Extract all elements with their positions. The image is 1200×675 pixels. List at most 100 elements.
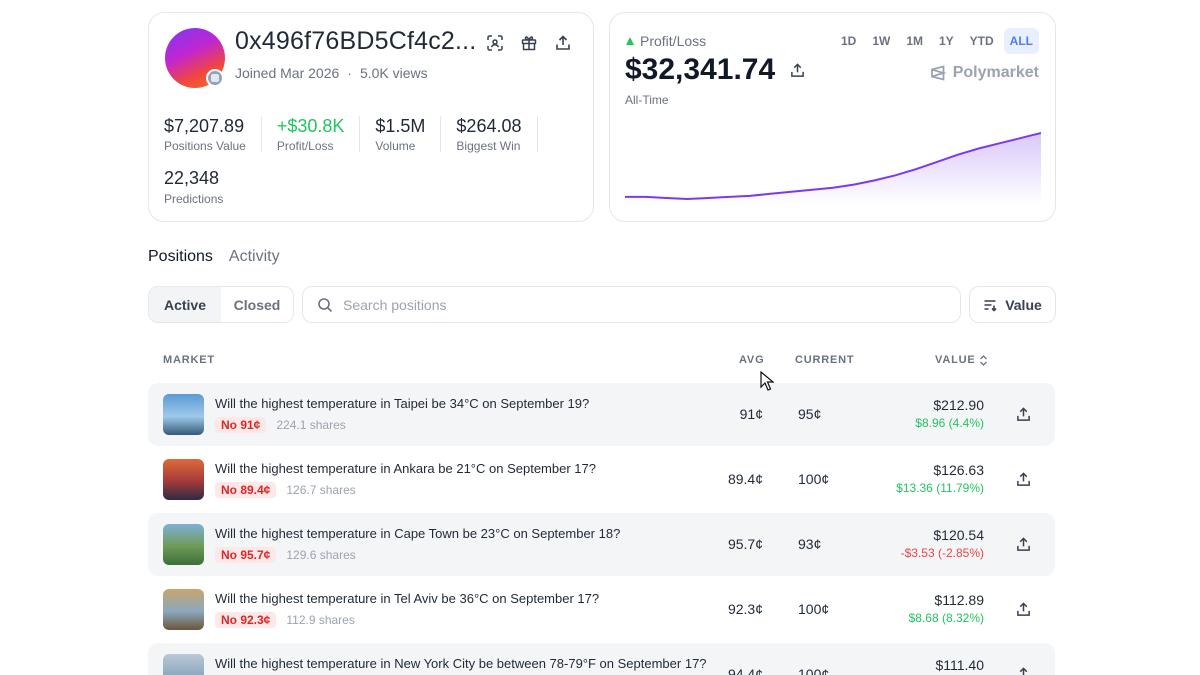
current-price: 100¢ — [798, 601, 830, 617]
gift-icon[interactable] — [519, 33, 539, 53]
search-box — [302, 286, 961, 323]
range-tab-1d[interactable]: 1D — [835, 28, 862, 54]
share-icon[interactable] — [1013, 664, 1033, 675]
share-icon[interactable] — [1013, 469, 1033, 489]
market-question[interactable]: Will the highest temperature in Tel Aviv… — [215, 591, 599, 606]
share-count: 129.6 shares — [286, 548, 356, 562]
value-change: -$3.53 (-2.85%) — [900, 546, 984, 560]
tab-activity[interactable]: Activity — [229, 248, 280, 266]
outcome-badge: No 89.4¢ — [215, 482, 277, 498]
market-question[interactable]: Will the highest temperature in Taipei b… — [215, 396, 589, 411]
outcome-badge: No 91¢ — [215, 417, 267, 433]
value-amount: $212.90 — [933, 397, 984, 413]
value-change: $8.96 (4.4%) — [915, 416, 984, 430]
pnl-label: Profit/Loss — [640, 33, 707, 49]
column-header-value[interactable]: VALUE — [935, 354, 988, 366]
position-meta: No 95.7¢ 129.6 shares — [215, 547, 356, 563]
share-count: 224.1 shares — [276, 418, 346, 432]
avg-price: 94.4¢ — [727, 666, 763, 675]
current-price: 100¢ — [798, 471, 830, 487]
joined-date: Joined Mar 2026 — [235, 65, 340, 81]
table-row[interactable]: Will the highest temperature in Cape Tow… — [148, 513, 1055, 576]
table-row[interactable]: Will the highest temperature in Taipei b… — [148, 383, 1055, 446]
share-icon[interactable] — [787, 60, 807, 80]
status-toggle: Active Closed — [148, 286, 294, 323]
profile-stats: $7,207.89 Positions Value +$30.8K Profit… — [164, 116, 553, 153]
position-meta: No 92.3¢ 112.9 shares — [215, 612, 355, 628]
view-count: 5.0K views — [359, 65, 428, 81]
value-amount: $112.89 — [934, 592, 984, 608]
stat-value: 22,348 — [164, 168, 220, 188]
wallet-address: 0x496f76BD5Cf4c2... — [235, 27, 477, 55]
verified-badge-icon — [206, 69, 224, 87]
filter-closed[interactable]: Closed — [221, 287, 293, 322]
avg-price: 95.7¢ — [727, 536, 763, 552]
share-count: 112.9 shares — [286, 613, 355, 627]
value-change: $8.68 (8.32%) — [908, 611, 984, 625]
market-thumbnail — [163, 589, 204, 630]
position-value: $112.89 $8.68 (8.32%) — [909, 592, 984, 625]
search-input[interactable] — [343, 296, 943, 313]
avg-price: 89.4¢ — [727, 471, 763, 487]
search-icon — [318, 297, 333, 312]
pnl-area — [625, 133, 1041, 205]
scan-icon[interactable] — [485, 33, 505, 53]
outcome-badge: No 95.7¢ — [215, 547, 277, 563]
market-question[interactable]: Will the highest temperature in New York… — [215, 656, 707, 671]
profile-meta: Joined Mar 2026 · 5.0K views — [235, 65, 428, 81]
range-tab-1y[interactable]: 1Y — [933, 28, 960, 54]
stat-predictions: 22,348 Predictions — [164, 168, 223, 206]
table-row[interactable]: Will the highest temperature in Tel Aviv… — [148, 578, 1055, 641]
market-thumbnail — [163, 394, 204, 435]
share-icon[interactable] — [553, 33, 573, 53]
profit-loss-card: Profit/Loss 1D 1W 1M 1Y YTD ALL $32,341.74 Al… — [609, 12, 1056, 222]
brand-logo: Polymarket — [929, 64, 1039, 82]
position-meta: No 89.4¢ 126.7 shares — [215, 482, 356, 498]
range-tab-all[interactable]: ALL — [1003, 28, 1039, 54]
mouse-cursor-icon — [760, 371, 774, 391]
range-tab-ytd[interactable]: YTD — [964, 28, 1000, 54]
range-tab-1m[interactable]: 1M — [900, 28, 929, 54]
brand-name: Polymarket — [952, 64, 1039, 81]
pnl-value: $32,341.74 — [625, 53, 776, 86]
table-row[interactable]: Will the highest temperature in New York… — [148, 643, 1055, 675]
stat-positions-value: $7,207.89 Positions Value — [164, 116, 262, 153]
value-change: $13.36 (11.79%) — [896, 481, 984, 495]
pnl-chart — [625, 132, 1041, 205]
stat-value: $7,207.89 — [164, 116, 245, 136]
share-icon[interactable] — [1013, 534, 1033, 554]
profile-actions — [485, 33, 573, 53]
range-tab-1w[interactable]: 1W — [866, 28, 896, 54]
stat-value: $264.08 — [456, 116, 522, 136]
avg-price: 91¢ — [739, 406, 763, 422]
current-price: 95¢ — [798, 406, 822, 422]
outcome-badge: No 92.3¢ — [215, 612, 277, 628]
position-value: $111.40 — [935, 657, 984, 675]
column-header-current: CURRENT — [795, 354, 855, 366]
position-value: $212.90 $8.96 (4.4%) — [915, 397, 984, 430]
market-question[interactable]: Will the highest temperature in Cape Tow… — [215, 526, 620, 541]
stat-biggest-win: $264.08 Biggest Win — [456, 116, 538, 153]
value-amount: $120.54 — [933, 527, 984, 543]
table-row[interactable]: Will the highest temperature in Ankara b… — [148, 448, 1055, 511]
stat-label: Profit/Loss — [276, 139, 334, 153]
pnl-header: Profit/Loss — [626, 33, 706, 49]
main-tabs: Positions Activity — [148, 248, 280, 266]
market-question[interactable]: Will the highest temperature in Ankara b… — [215, 461, 596, 476]
pnl-total: $32,341.74 — [625, 53, 807, 87]
tab-positions[interactable]: Positions — [148, 248, 213, 266]
stat-label: Positions Value — [164, 139, 246, 153]
stat-volume: $1.5M Volume — [375, 116, 442, 153]
share-icon[interactable] — [1013, 599, 1033, 619]
column-header-value-label: VALUE — [935, 354, 976, 366]
filter-active[interactable]: Active — [149, 287, 221, 322]
avg-price: 92.3¢ — [727, 601, 763, 617]
stat-label: Predictions — [164, 192, 224, 206]
stat-label: Biggest Win — [456, 139, 521, 153]
current-price: 93¢ — [798, 536, 822, 552]
range-tabs: 1D 1W 1M 1Y YTD ALL — [835, 28, 1039, 54]
position-meta: No 91¢ 224.1 shares — [215, 417, 346, 433]
value-amount: $126.63 — [933, 462, 984, 478]
share-icon[interactable] — [1013, 404, 1033, 424]
sort-button[interactable]: Value — [969, 286, 1056, 323]
